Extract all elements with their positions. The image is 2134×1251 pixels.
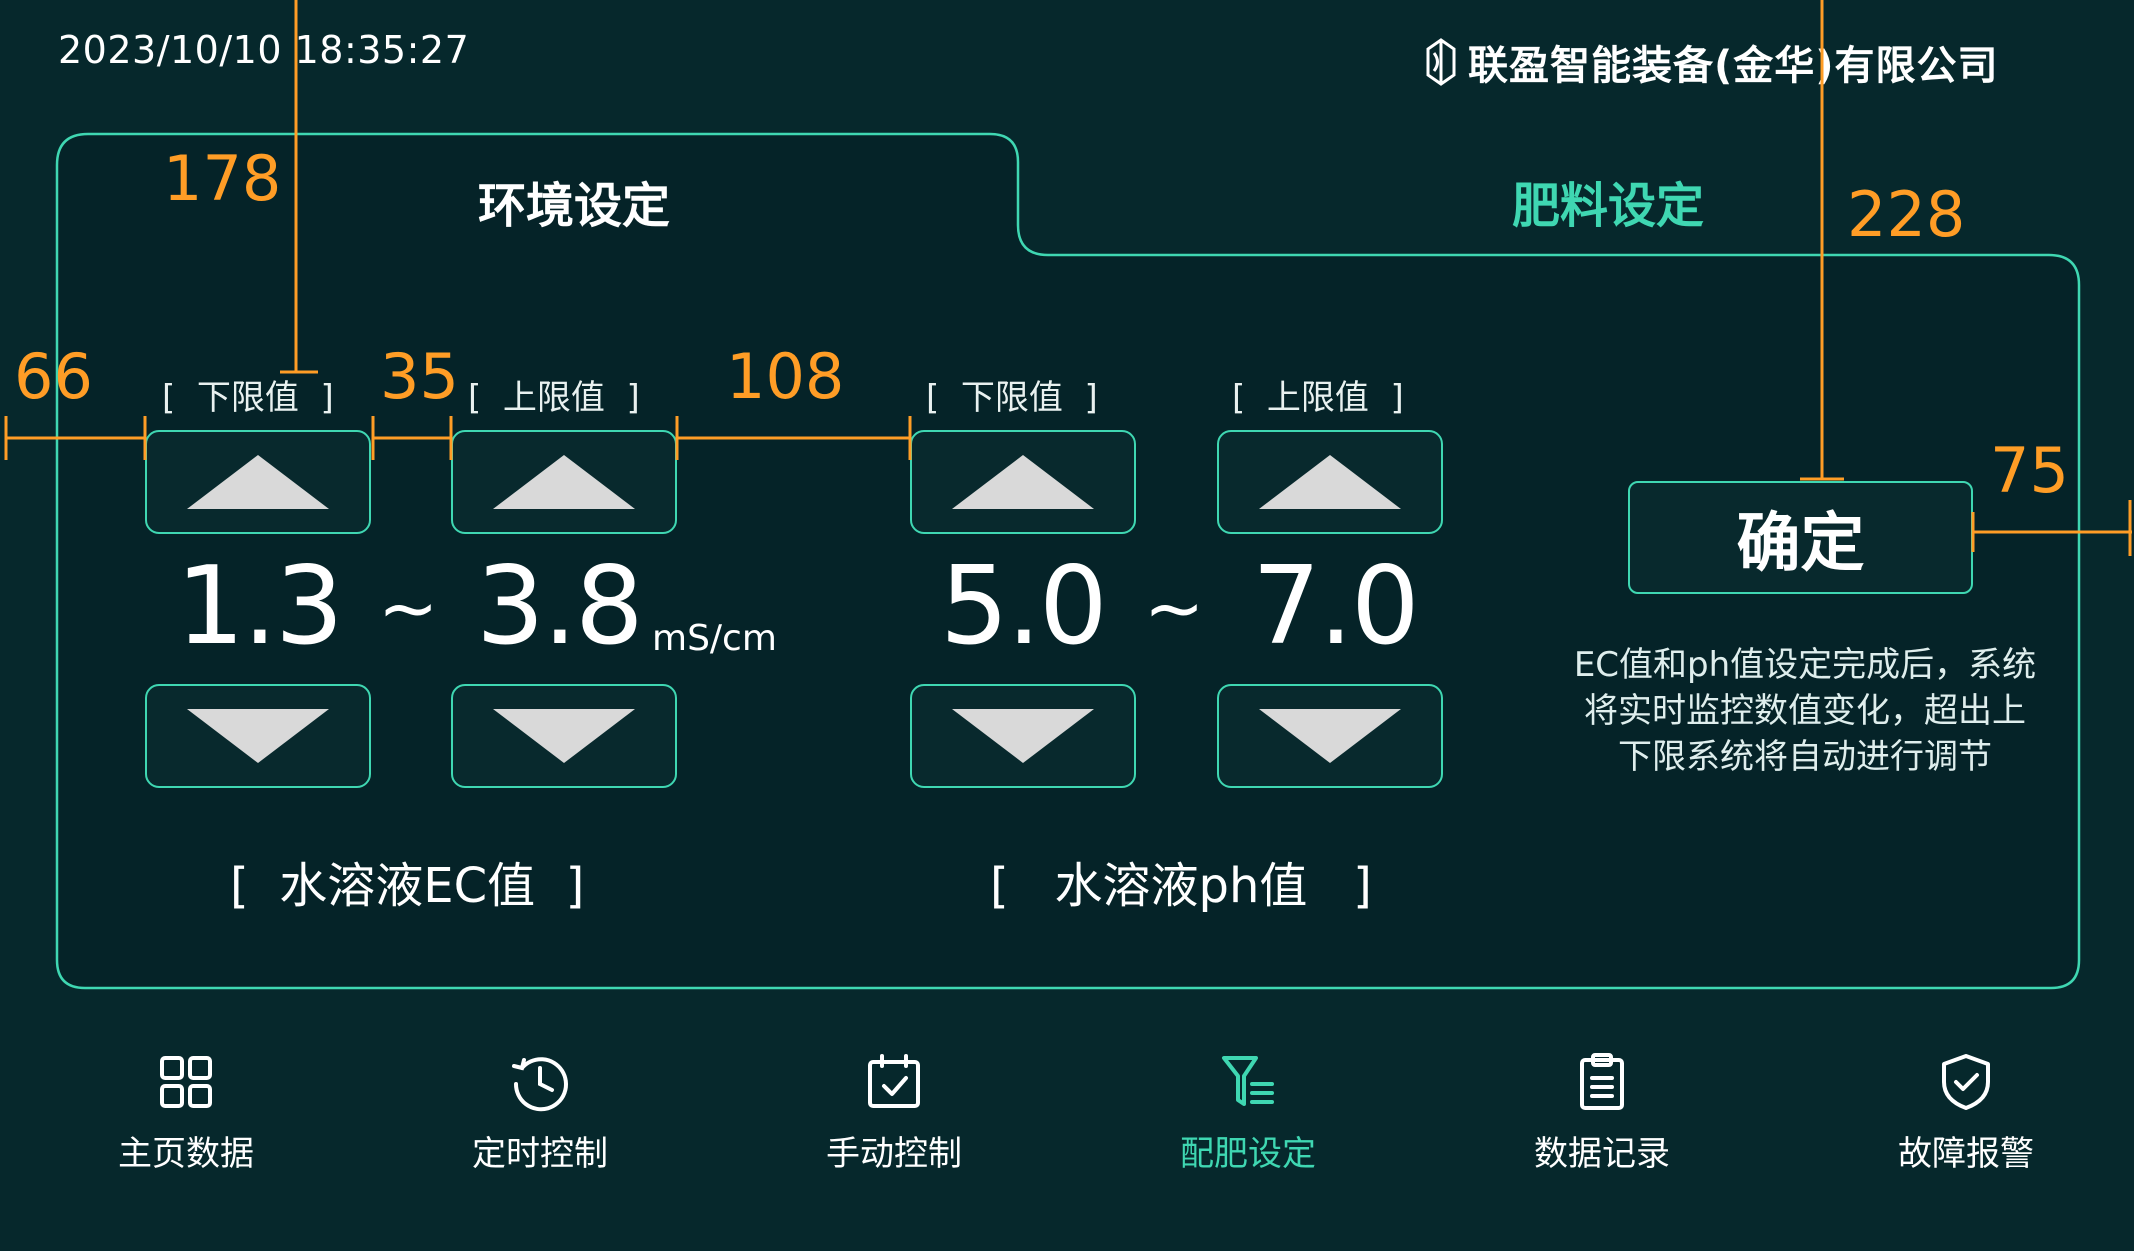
nav-label: 主页数据 <box>118 1134 254 1174</box>
clock-icon <box>512 1057 568 1112</box>
nav-fertilizer-settings[interactable]: 配肥设定 <box>1128 1050 1368 1175</box>
ec-upper-increase-button[interactable] <box>451 430 677 534</box>
nav-data-records[interactable]: 数据记录 <box>1482 1050 1722 1175</box>
ph-upper-increase-button[interactable] <box>1217 430 1443 534</box>
ec-lower-value: 1.3 <box>176 544 344 669</box>
ec-unit: mS/cm <box>652 618 777 659</box>
nav-timer-control[interactable]: 定时控制 <box>420 1050 660 1175</box>
ph-upper-decrease-button[interactable] <box>1217 684 1443 788</box>
company-logo-icon <box>1426 38 1456 86</box>
ph-lower-increase-button[interactable] <box>910 430 1136 534</box>
annotation-label: 108 <box>726 340 845 413</box>
ec-upper-limit-label: [ 上限值 ] <box>468 378 640 418</box>
nav-manual-control[interactable]: 手动控制 <box>774 1050 1014 1175</box>
ec-lower-decrease-button[interactable] <box>145 684 371 788</box>
nav-label: 故障报警 <box>1898 1134 2034 1174</box>
triangle-down-icon <box>187 709 329 763</box>
ph-lower-decrease-button[interactable] <box>910 684 1136 788</box>
ec-lower-increase-button[interactable] <box>145 430 371 534</box>
ec-upper-decrease-button[interactable] <box>451 684 677 788</box>
confirm-button[interactable]: 确定 <box>1628 481 1973 594</box>
ec-lower-limit-label: [ 下限值 ] <box>162 378 334 418</box>
annotation-label: 178 <box>163 142 282 215</box>
company-brand: 联盈智能装备(金华)有限公司 <box>1424 34 1999 90</box>
nav-label: 手动控制 <box>826 1134 962 1174</box>
datetime-display: 2023/10/10 18:35:27 <box>58 28 470 72</box>
shield-check-icon <box>1942 1054 1990 1110</box>
triangle-down-icon <box>493 709 635 763</box>
confirm-hint-text: EC值和ph值设定完成后，系统将实时监控数值变化，超出上下限系统将自动进行调节 <box>1573 645 2037 777</box>
ec-upper-value: 3.8 <box>476 544 644 669</box>
annotation-label: 75 <box>1990 434 2069 507</box>
ph-upper-value: 7.0 <box>1252 544 1420 669</box>
nav-label: 定时控制 <box>472 1134 608 1174</box>
calendar-check-icon <box>868 1054 920 1108</box>
annotation-label: 35 <box>380 340 459 413</box>
triangle-up-icon <box>952 455 1094 509</box>
nav-home-data[interactable]: 主页数据 <box>66 1050 306 1175</box>
annotation-label: 228 <box>1847 178 1966 251</box>
clipboard-icon <box>1580 1053 1624 1110</box>
screen: 2023/10/10 18:35:27 联盈智能装备(金华)有限公司 环境设定 … <box>0 0 2134 1251</box>
tab-fertilizer-settings[interactable]: 肥料设定 <box>1512 166 1704 236</box>
ph-lower-value: 5.0 <box>940 544 1108 669</box>
ph-lower-limit-label: [ 下限值 ] <box>926 378 1098 418</box>
company-name: 联盈智能装备(金华)有限公司 <box>1468 43 1999 89</box>
annotation-label: 66 <box>14 340 93 413</box>
ph-upper-limit-label: [ 上限值 ] <box>1232 378 1404 418</box>
nav-label: 数据记录 <box>1534 1134 1670 1174</box>
triangle-up-icon <box>493 455 635 509</box>
triangle-up-icon <box>187 455 329 509</box>
funnel-list-icon <box>1222 1056 1274 1106</box>
triangle-up-icon <box>1259 455 1401 509</box>
ec-range-separator: ~ <box>378 566 439 650</box>
ph-range-separator: ~ <box>1144 566 1205 650</box>
grid-icon <box>160 1056 212 1108</box>
ph-section-title: [ 水溶液ph值 ] <box>990 858 1372 914</box>
nav-label: 配肥设定 <box>1180 1134 1316 1174</box>
triangle-down-icon <box>1259 709 1401 763</box>
ec-section-title: [ 水溶液EC值 ] <box>230 858 585 914</box>
nav-fault-alarm[interactable]: 故障报警 <box>1846 1050 2086 1175</box>
tab-environment-settings[interactable]: 环境设定 <box>478 166 670 236</box>
triangle-down-icon <box>952 709 1094 763</box>
